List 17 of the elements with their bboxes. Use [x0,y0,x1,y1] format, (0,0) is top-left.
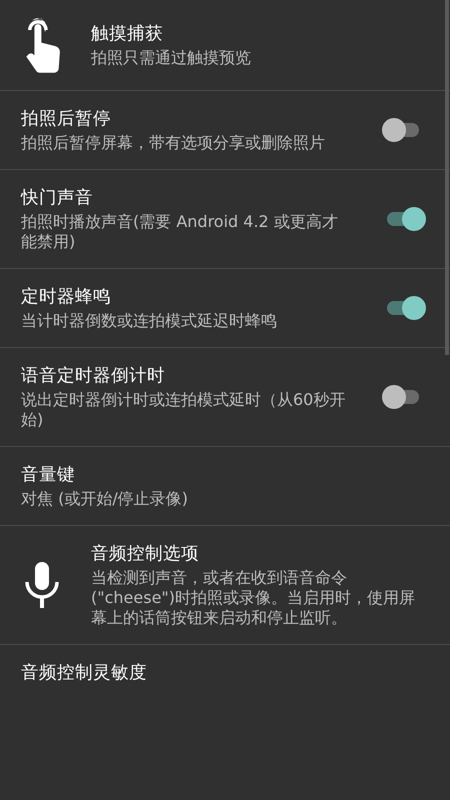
setting-title: 音频控制灵敏度 [21,662,148,685]
setting-title: 快门声音 [21,187,94,210]
setting-summary: 拍照时播放声音(需要 Android 4.2 或更高才能禁用) [21,212,339,252]
setting-summary: 拍照只需通过触摸预览 [91,48,252,68]
setting-summary: 当检测到声音，或者在收到语音命令("cheese")时拍照或录像。当启用时，使用屏幕上的话筒按钮来启动和停止监听。 [91,568,416,628]
setting-title: 触摸捕获 [91,23,164,46]
setting-title: 定时器蜂鸣 [21,286,112,309]
setting-summary: 拍照后暂停屏幕，带有选项分享或删除照片 [21,133,326,153]
setting-title: 拍照后暂停 [21,108,112,131]
setting-title: 音量键 [21,464,76,487]
setting-summary: 对焦 (或开始/停止录像) [21,489,189,509]
microphone-icon [24,561,60,609]
setting-summary: 说出定时器倒计时或连拍模式延时（从60秒开始) [21,390,346,430]
setting-summary: 当计时器倒数或连拍模式延迟时蜂鸣 [21,311,278,331]
setting-title: 语音定时器倒计时 [21,365,166,388]
scrollbar[interactable] [445,0,449,355]
setting-title: 音频控制选项 [91,543,200,566]
